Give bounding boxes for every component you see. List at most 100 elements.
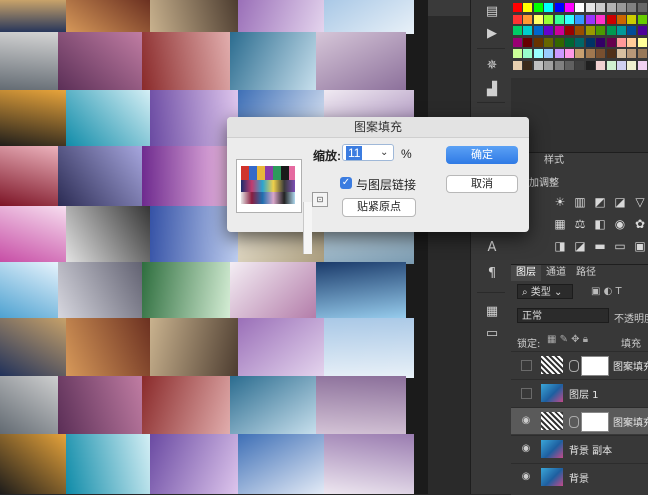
tab-styles[interactable]: 样式: [539, 153, 569, 169]
color-swatch[interactable]: [617, 26, 626, 35]
tab-channels[interactable]: 通道: [541, 265, 571, 281]
curves-icon[interactable]: ◩: [593, 195, 607, 209]
color-swatch[interactable]: [544, 49, 554, 58]
color-swatch[interactable]: [523, 3, 533, 12]
color-swatch[interactable]: [544, 3, 554, 12]
scale-input[interactable]: 11 ⌄: [342, 144, 394, 161]
color-swatch[interactable]: [617, 14, 626, 24]
color-swatch[interactable]: [627, 37, 637, 47]
canvas-scrollbar[interactable]: [428, 0, 470, 16]
layer-row[interactable]: ◉ 背景: [511, 463, 648, 490]
color-swatch[interactable]: [596, 3, 606, 12]
link-with-layer-checkbox[interactable]: ✓: [340, 177, 352, 189]
color-swatch[interactable]: [533, 49, 543, 58]
color-swatch[interactable]: [513, 3, 522, 12]
color-swatch[interactable]: [554, 49, 564, 58]
link-icon[interactable]: [569, 416, 579, 428]
eye-icon[interactable]: ◉: [520, 471, 532, 483]
color-swatch[interactable]: [533, 37, 543, 47]
vibrance-icon[interactable]: ▽: [633, 195, 647, 209]
color-swatch[interactable]: [523, 60, 533, 70]
color-swatch[interactable]: [513, 37, 522, 47]
color-swatch[interactable]: [627, 49, 637, 58]
histogram-icon[interactable]: ▟: [483, 82, 501, 98]
layer-mask-thumbnail[interactable]: [581, 356, 609, 376]
visibility-toggle[interactable]: [521, 360, 532, 371]
color-swatch[interactable]: [565, 26, 574, 35]
layer-row[interactable]: 图案填充: [511, 351, 648, 378]
posterize-icon[interactable]: ◪: [573, 239, 587, 253]
color-swatch[interactable]: [533, 3, 543, 12]
color-swatch[interactable]: [637, 26, 647, 35]
layer-row[interactable]: ◉ 背景 副本: [511, 435, 648, 462]
color-swatch[interactable]: [627, 3, 637, 12]
color-swatch[interactable]: [585, 26, 595, 35]
color-swatch[interactable]: [585, 3, 595, 12]
color-swatch[interactable]: [617, 37, 626, 47]
color-swatch[interactable]: [627, 14, 637, 24]
color-swatch[interactable]: [575, 26, 585, 35]
layer-filter-select[interactable]: ⌕ 类型 ⌄: [517, 284, 573, 299]
threshold-icon[interactable]: ▬: [593, 239, 607, 253]
color-swatch[interactable]: [596, 37, 606, 47]
color-swatch[interactable]: [513, 26, 522, 35]
color-swatch[interactable]: [637, 37, 647, 47]
color-swatch[interactable]: [627, 60, 637, 70]
blend-mode-select[interactable]: 正常: [517, 308, 609, 323]
pattern-picker-arrow[interactable]: [303, 202, 312, 254]
paragraph-icon[interactable]: ¶: [483, 266, 501, 282]
color-swatch[interactable]: [513, 49, 522, 58]
color-swatch[interactable]: [513, 14, 522, 24]
info-icon[interactable]: A: [483, 240, 501, 256]
color-swatch[interactable]: [575, 60, 585, 70]
layer-row[interactable]: 图层 1: [511, 379, 648, 406]
color-swatch[interactable]: [617, 3, 626, 12]
color-swatch[interactable]: [554, 14, 564, 24]
color-swatch[interactable]: [596, 14, 606, 24]
brightness-icon[interactable]: ☀: [553, 195, 567, 209]
filter-icons[interactable]: ▣ ◐ T: [591, 286, 622, 297]
gradient-map-icon[interactable]: ▭: [613, 239, 627, 253]
color-swatch[interactable]: [523, 14, 533, 24]
clipboard-icon[interactable]: ▭: [483, 326, 501, 342]
color-swatch[interactable]: [565, 60, 574, 70]
color-swatch[interactable]: [575, 14, 585, 24]
ok-button[interactable]: 确定: [446, 146, 518, 164]
color-swatch[interactable]: [554, 37, 564, 47]
black-white-icon[interactable]: ◧: [593, 217, 607, 231]
photo-filter-icon[interactable]: ◉: [613, 217, 627, 231]
color-swatch[interactable]: [544, 14, 554, 24]
eye-icon[interactable]: ◉: [520, 415, 532, 427]
lock-icons[interactable]: ▦ ✎ ✥ 🔒︎: [547, 334, 588, 345]
color-swatch[interactable]: [637, 3, 647, 12]
eye-icon[interactable]: ◉: [520, 443, 532, 455]
color-swatch[interactable]: [554, 3, 564, 12]
color-swatch[interactable]: [585, 49, 595, 58]
color-swatch[interactable]: [544, 26, 554, 35]
pattern-picker[interactable]: [236, 159, 312, 254]
selective-color-icon[interactable]: ▣: [633, 239, 647, 253]
color-swatch[interactable]: [606, 14, 616, 24]
link-icon[interactable]: [569, 360, 579, 372]
color-swatch[interactable]: [575, 37, 585, 47]
document-canvas[interactable]: [0, 0, 428, 494]
color-swatch[interactable]: [617, 49, 626, 58]
play-icon[interactable]: ▶: [483, 26, 501, 42]
exposure-icon[interactable]: ◪: [613, 195, 627, 209]
cancel-button[interactable]: 取消: [446, 175, 518, 193]
visibility-toggle[interactable]: [521, 388, 532, 399]
compass-icon[interactable]: ✵: [483, 58, 501, 74]
color-swatch[interactable]: [606, 3, 616, 12]
color-balance-icon[interactable]: ⚖: [573, 217, 587, 231]
layer-mask-thumbnail[interactable]: [581, 412, 609, 432]
snap-to-origin-button[interactable]: 贴紧原点: [342, 198, 416, 217]
color-swatch[interactable]: [575, 49, 585, 58]
color-swatch[interactable]: [606, 26, 616, 35]
color-swatch[interactable]: [637, 60, 647, 70]
color-swatch[interactable]: [533, 60, 543, 70]
color-swatch[interactable]: [544, 37, 554, 47]
color-swatch[interactable]: [565, 3, 574, 12]
color-swatch[interactable]: [606, 60, 616, 70]
layer-row[interactable]: ◉ 图案填充: [511, 407, 648, 434]
hue-saturation-icon[interactable]: ▦: [553, 217, 567, 231]
